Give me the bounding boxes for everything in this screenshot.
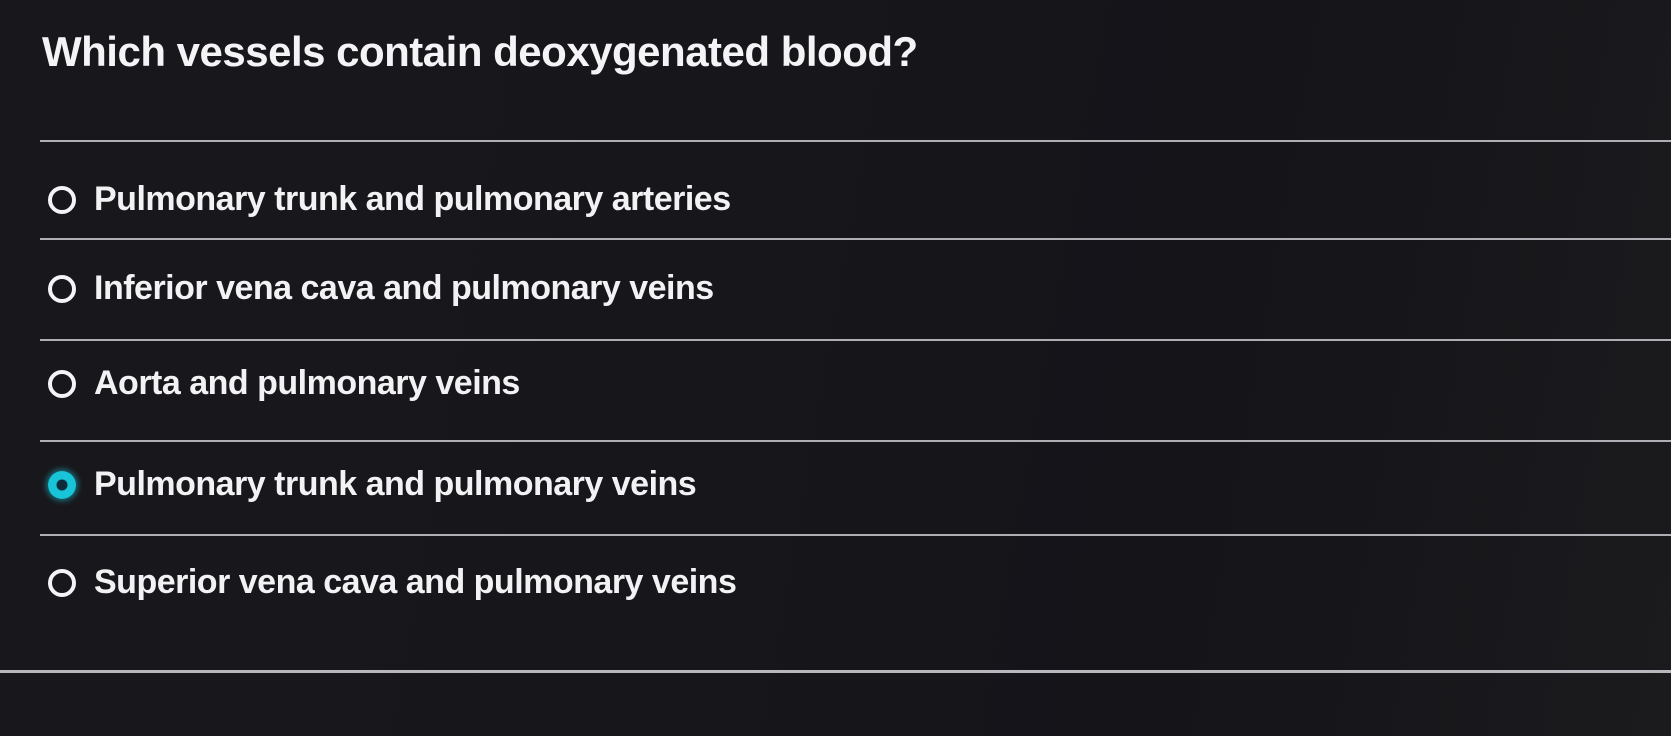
answer-option-3[interactable]: Aorta and pulmonary veins xyxy=(48,364,520,403)
radio-button-icon[interactable] xyxy=(48,369,76,398)
radio-button-icon[interactable] xyxy=(48,568,76,597)
question-text: Which vessels contain deoxygenated blood… xyxy=(42,28,918,75)
divider xyxy=(40,238,1671,240)
answer-option-label: Pulmonary trunk and pulmonary arteries xyxy=(94,180,731,218)
radio-button-icon[interactable] xyxy=(48,274,76,303)
radio-button-selected-icon[interactable] xyxy=(48,470,76,499)
answer-option-1[interactable]: Pulmonary trunk and pulmonary arteries xyxy=(48,180,731,219)
radio-button-icon[interactable] xyxy=(48,185,76,214)
answer-option-label: Pulmonary trunk and pulmonary veins xyxy=(94,465,697,503)
divider xyxy=(40,339,1671,341)
divider xyxy=(0,670,1671,673)
divider xyxy=(40,534,1671,536)
answer-option-label: Aorta and pulmonary veins xyxy=(94,364,520,402)
divider xyxy=(40,440,1671,442)
answer-option-2[interactable]: Inferior vena cava and pulmonary veins xyxy=(48,269,714,308)
answer-option-5[interactable]: Superior vena cava and pulmonary veins xyxy=(48,563,737,602)
answer-option-label: Inferior vena cava and pulmonary veins xyxy=(94,269,714,307)
answer-option-label: Superior vena cava and pulmonary veins xyxy=(94,563,737,601)
divider xyxy=(40,140,1671,142)
answer-option-4[interactable]: Pulmonary trunk and pulmonary veins xyxy=(48,465,697,504)
